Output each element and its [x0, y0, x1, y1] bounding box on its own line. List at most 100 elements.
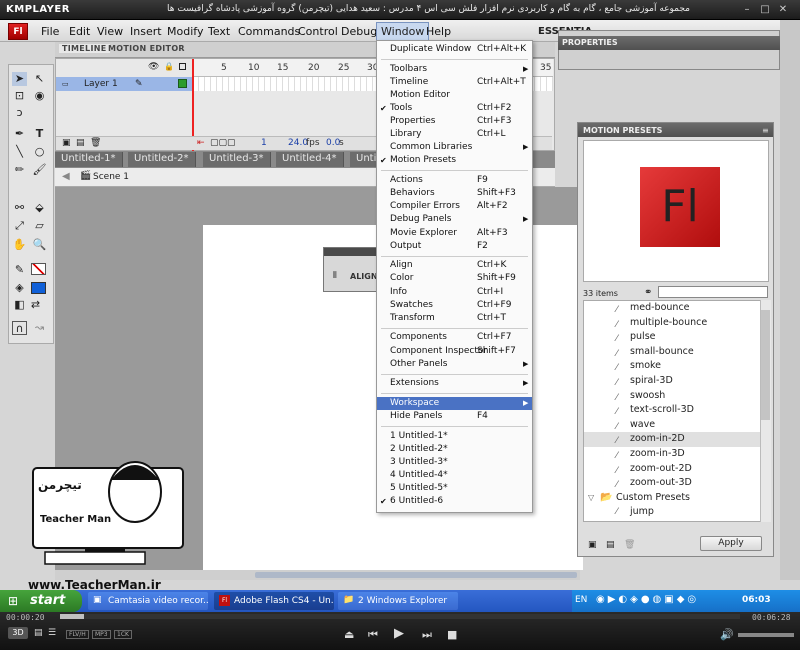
list-item[interactable]: text-scroll-3D: [584, 403, 760, 418]
swap-colors-icon[interactable]: ⇄: [28, 298, 43, 312]
window-menu-item-properties[interactable]: Properties Ctrl+F3: [377, 115, 532, 128]
seek-bar[interactable]: [60, 614, 740, 619]
list-item[interactable]: med-bounce: [584, 301, 760, 316]
scene-name[interactable]: Scene 1: [93, 172, 129, 182]
doc-tab[interactable]: Untitled-2*: [128, 152, 196, 167]
window-menu-item-output[interactable]: Output F2: [377, 240, 532, 253]
menu-window[interactable]: Window: [376, 22, 430, 41]
window-menu-item-motion-editor[interactable]: Motion Editor: [377, 89, 532, 102]
menu-debug[interactable]: Debug: [341, 25, 377, 38]
menu-insert[interactable]: Insert: [130, 25, 162, 38]
window-menu-item-align[interactable]: Align Ctrl+K: [377, 259, 532, 272]
stop-icon[interactable]: ■: [447, 628, 457, 641]
list-item[interactable]: zoom-out-3D: [584, 476, 760, 491]
doc-tab[interactable]: Untitled-1*: [55, 152, 123, 167]
black-white-icon[interactable]: ◧: [12, 298, 27, 312]
presets-title[interactable]: MOTION PRESETS: [583, 126, 662, 135]
eraser-icon[interactable]: ▱: [32, 219, 47, 233]
tray-icons[interactable]: ◉▶◐◈●◍▣◆◎: [596, 594, 699, 605]
line-tool-icon[interactable]: ╲: [12, 145, 27, 159]
task-camtasia[interactable]: Camtasia video recor...: [88, 592, 208, 610]
window-menu-item-other-panels[interactable]: Other Panels ▶: [377, 358, 532, 371]
delete-preset-icon[interactable]: 🗑: [624, 540, 635, 550]
window-menu-item-hide-panels[interactable]: Hide Panels F4: [377, 410, 532, 423]
pen-tool-icon[interactable]: ✒: [12, 127, 27, 141]
window-menu-item-6-untitled-6[interactable]: ✔ 6 Untitled-6: [377, 495, 532, 508]
hand-tool-icon[interactable]: ✋: [12, 238, 27, 252]
new-folder-icon[interactable]: ▤: [76, 138, 85, 148]
window-menu-item-1-untitled-1[interactable]: 1 Untitled-1*: [377, 430, 532, 443]
window-menu-item-compiler-errors[interactable]: Compiler Errors Alt+F2: [377, 200, 532, 213]
fill-color-swatch[interactable]: [31, 282, 46, 294]
window-menu-item-duplicate-window[interactable]: Duplicate Window Ctrl+Alt+K: [377, 43, 532, 56]
outline-icon[interactable]: [179, 63, 186, 70]
3d-rotation-icon[interactable]: ◉: [32, 89, 47, 103]
text-tool-icon[interactable]: T: [32, 127, 47, 141]
layer-color-icon[interactable]: [178, 79, 187, 88]
window-menu-item-color[interactable]: Color Shift+F9: [377, 272, 532, 285]
list-item[interactable]: spiral-3D: [584, 374, 760, 389]
lasso-icon[interactable]: ↄ: [12, 106, 27, 120]
center-frame-icon[interactable]: ⇤: [197, 138, 205, 148]
properties-title[interactable]: PROPERTIES: [562, 38, 618, 47]
volume-icon[interactable]: 🔊: [720, 628, 734, 641]
window-menu-item-4-untitled-4[interactable]: 4 Untitled-4*: [377, 469, 532, 482]
stroke-color-swatch[interactable]: [31, 263, 46, 275]
3d-mode-button[interactable]: 3D: [8, 627, 28, 639]
apply-button[interactable]: Apply: [700, 536, 762, 551]
stroke-color-icon[interactable]: ✎: [12, 263, 27, 277]
volume-slider[interactable]: [738, 633, 794, 637]
menu-help[interactable]: Help: [426, 25, 451, 38]
tab-motion-editor[interactable]: MOTION EDITOR: [108, 44, 185, 53]
layer-row[interactable]: [56, 77, 192, 91]
window-menu-item-components[interactable]: Components Ctrl+F7: [377, 331, 532, 344]
bone-tool-icon[interactable]: ⚯: [12, 201, 27, 215]
new-layer-icon[interactable]: ▣: [62, 138, 71, 148]
snap-magnet-icon[interactable]: ∩: [12, 321, 27, 335]
doc-tab[interactable]: Untitled-4*: [276, 152, 344, 167]
tab-timeline[interactable]: TIMELINE: [59, 44, 110, 53]
task-explorer[interactable]: 2 Windows Explorer: [338, 592, 458, 610]
maximize-icon[interactable]: □: [758, 3, 772, 16]
previous-icon[interactable]: ⏮: [368, 628, 378, 642]
window-menu-item-extensions[interactable]: Extensions ▶: [377, 377, 532, 390]
menu-modify[interactable]: Modify: [167, 25, 203, 38]
panel-menu-icon[interactable]: ≡: [762, 126, 769, 135]
minimize-icon[interactable]: –: [740, 3, 754, 16]
lock-icon[interactable]: 🔒: [164, 62, 174, 71]
list-item[interactable]: zoom-out-2D: [584, 462, 760, 477]
window-menu-item-2-untitled-2[interactable]: 2 Untitled-2*: [377, 443, 532, 456]
window-menu-item-tools[interactable]: ✔ Tools Ctrl+F2: [377, 102, 532, 115]
play-icon[interactable]: ▶: [394, 626, 404, 641]
window-menu-item-transform[interactable]: Transform Ctrl+T: [377, 312, 532, 325]
folder-toggle-icon[interactable]: ▽: [588, 493, 594, 502]
fill-color-icon[interactable]: ◈: [12, 281, 27, 295]
menu-file[interactable]: File: [41, 25, 59, 38]
window-menu-item-timeline[interactable]: Timeline Ctrl+Alt+T: [377, 76, 532, 89]
delete-layer-icon[interactable]: 🗑: [90, 138, 101, 148]
window-menu-item-swatches[interactable]: Swatches Ctrl+F9: [377, 299, 532, 312]
zoom-tool-icon[interactable]: 🔍: [32, 238, 47, 252]
eject-icon[interactable]: ⏏: [344, 628, 354, 641]
list-item[interactable]: wave: [584, 418, 760, 433]
doc-tab[interactable]: Untitled-3*: [203, 152, 271, 167]
eye-icon[interactable]: 👁: [148, 62, 159, 72]
list-item[interactable]: small-bounce: [584, 345, 760, 360]
menu-text[interactable]: Text: [208, 25, 230, 38]
playlist-icon[interactable]: ☰: [48, 628, 56, 638]
menu-icon[interactable]: ▤: [34, 628, 43, 638]
paint-bucket-icon[interactable]: ⬙: [32, 201, 47, 215]
list-item[interactable]: pulse: [584, 330, 760, 345]
language-indicator[interactable]: EN: [575, 595, 587, 605]
close-icon[interactable]: ✕: [776, 3, 790, 16]
free-transform-icon[interactable]: ⊡: [12, 89, 27, 103]
layer-name[interactable]: Layer 1: [84, 79, 118, 89]
next-icon[interactable]: ⏭: [422, 628, 432, 642]
list-item[interactable]: smoke: [584, 359, 760, 374]
list-item[interactable]: multiple-bounce: [584, 316, 760, 331]
window-menu-item-info[interactable]: Info Ctrl+I: [377, 286, 532, 299]
window-menu-item-workspace[interactable]: Workspace ▶: [377, 397, 532, 410]
selection-tool-icon[interactable]: ➤: [12, 72, 27, 86]
window-menu-item-3-untitled-3[interactable]: 3 Untitled-3*: [377, 456, 532, 469]
preset-scroll-thumb[interactable]: [761, 310, 770, 420]
